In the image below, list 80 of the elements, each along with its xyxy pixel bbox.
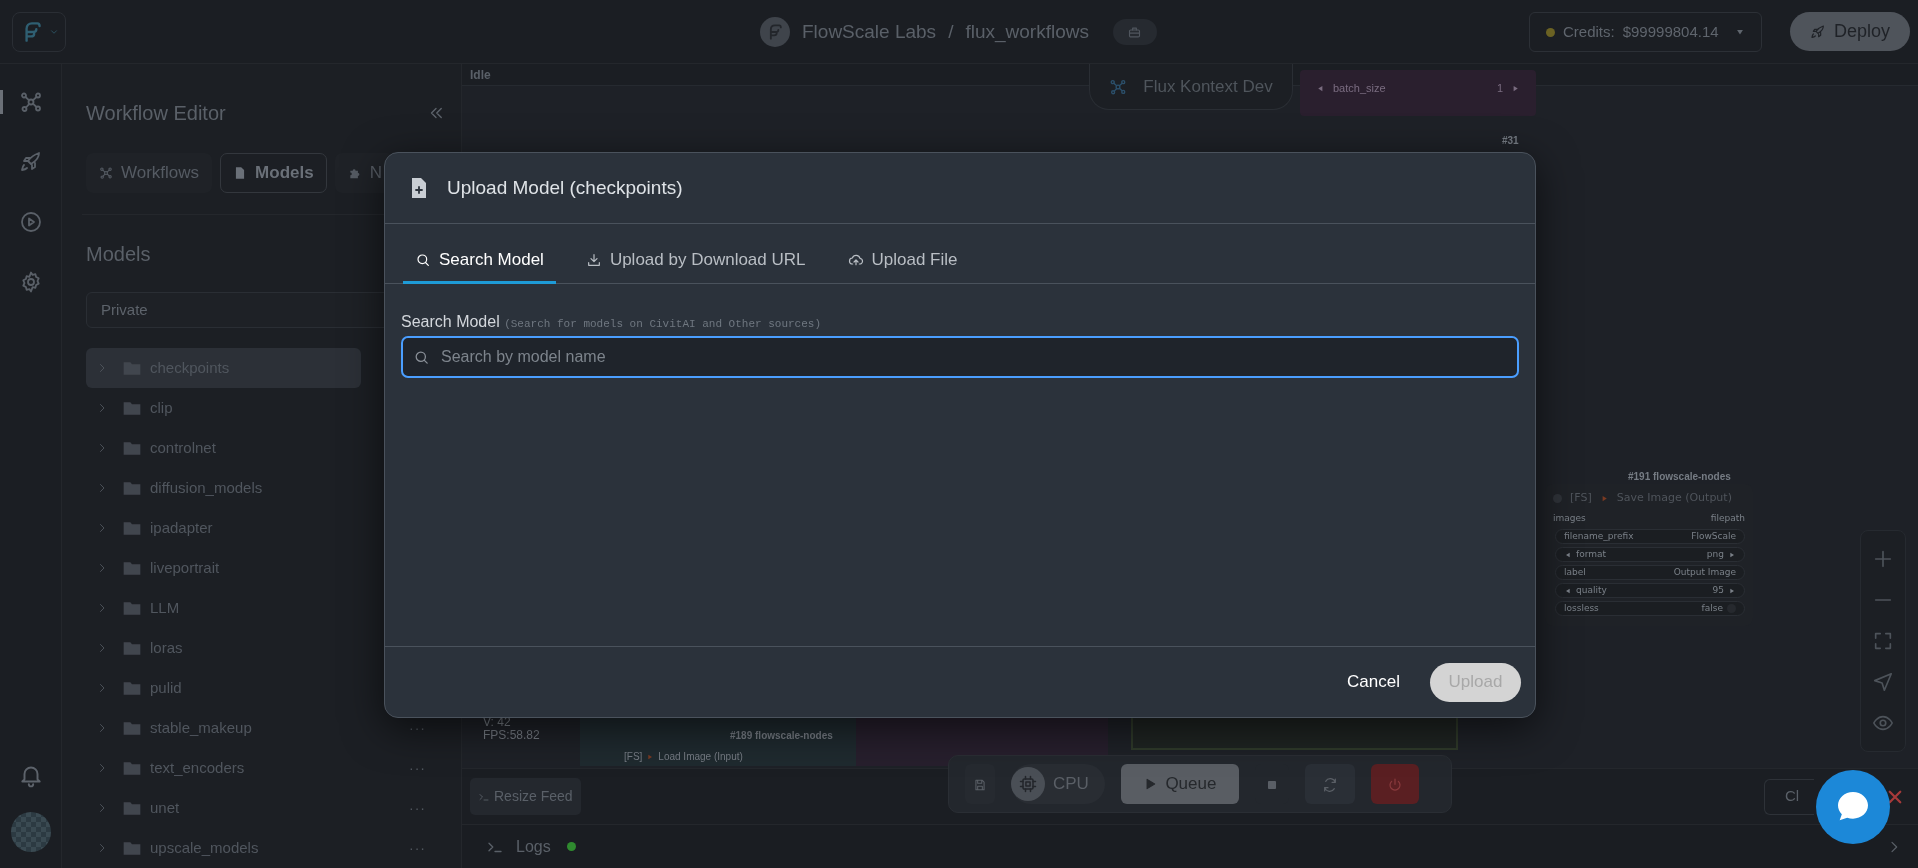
folder-row[interactable]: text_encoders xyxy=(86,748,361,788)
search-icon xyxy=(413,349,430,366)
caret-icon xyxy=(1735,27,1745,37)
dialog-tab[interactable]: Upload File xyxy=(835,224,970,284)
logo-button[interactable] xyxy=(12,12,66,52)
chevron-down-icon xyxy=(49,27,59,37)
workflow-chip[interactable]: Flux Kontext Dev xyxy=(1089,64,1293,110)
folder-row[interactable]: pulid xyxy=(86,668,361,708)
play-icon xyxy=(19,210,43,234)
refresh-icon xyxy=(1321,776,1338,793)
rocket-icon xyxy=(19,150,43,174)
resize-feed-button[interactable]: Resize Feed xyxy=(470,778,581,815)
path-separator: / xyxy=(948,19,954,44)
input-port-label: images xyxy=(1553,512,1586,526)
search-icon xyxy=(415,251,431,268)
project-name[interactable]: flux_workflows xyxy=(965,17,1089,47)
section-title: Models xyxy=(86,241,151,267)
refresh-button[interactable] xyxy=(1304,764,1355,804)
node-widget[interactable]: label Output Image xyxy=(1555,565,1745,580)
node-title: [FS] Load Image (Input) xyxy=(624,750,743,764)
folder-row[interactable]: upscale_models xyxy=(86,828,361,868)
rocket-icon xyxy=(1810,23,1826,40)
node-id-label: #191 flowscale-nodes xyxy=(1628,470,1731,484)
workflow-icon xyxy=(19,90,43,114)
folder-row[interactable]: unet xyxy=(86,788,361,828)
arrow-left-icon xyxy=(1564,550,1572,559)
more-menu[interactable]: ··· xyxy=(409,717,426,739)
more-menu[interactable]: ··· xyxy=(409,797,426,819)
node-widget[interactable]: format png xyxy=(1555,547,1745,562)
chip-icon xyxy=(1018,774,1038,794)
save-icon xyxy=(973,777,987,792)
power-icon xyxy=(1386,776,1403,793)
workflow-icon xyxy=(99,165,113,180)
more-menu[interactable]: ··· xyxy=(409,837,426,859)
search-field[interactable]: Search by model name xyxy=(401,336,1519,378)
folder-row[interactable]: LLM xyxy=(86,588,361,628)
panel-tab[interactable]: Models xyxy=(220,152,327,193)
settings-icon xyxy=(19,270,43,294)
user-avatar[interactable] xyxy=(10,812,51,852)
play-icon xyxy=(1143,777,1158,791)
logs-toggle[interactable]: Logs xyxy=(516,834,551,859)
node-id-label: #31 xyxy=(1502,134,1519,148)
project-badge[interactable] xyxy=(1112,19,1157,45)
output-port-label: filepath xyxy=(1710,512,1745,526)
arrow-right-icon xyxy=(1728,550,1736,559)
credits-value: $99999804.14 xyxy=(1622,21,1719,42)
fit-view-icon[interactable] xyxy=(1872,630,1894,652)
download-icon xyxy=(585,251,602,268)
node-widget[interactable]: quality 95 xyxy=(1555,583,1745,598)
workflow-icon xyxy=(1109,77,1128,96)
folder-row[interactable]: diffusion_models xyxy=(86,468,361,508)
folder-row[interactable]: loras xyxy=(86,628,361,668)
more-menu[interactable]: ··· xyxy=(409,757,426,779)
credits-dot xyxy=(1546,27,1555,37)
stats-text: FPS:58.82 xyxy=(483,729,540,742)
arrow-right-icon xyxy=(1511,83,1520,93)
arrow-left-icon xyxy=(1316,83,1325,93)
dialog-title: Upload Model (checkpoints) xyxy=(447,175,683,200)
dialog-tab[interactable]: Upload by Download URL xyxy=(573,224,818,284)
credits-label: Credits: xyxy=(1563,21,1615,42)
power-button[interactable] xyxy=(1370,764,1419,804)
folder-row[interactable]: liveportrait xyxy=(86,548,361,588)
arrow-right-icon xyxy=(1728,586,1736,595)
credits-dropdown[interactable]: Credits: $99999804.14 xyxy=(1529,12,1762,52)
dialog-tab[interactable]: Search Model xyxy=(403,224,556,284)
folder-row[interactable]: controlnet xyxy=(86,428,361,468)
node-id-label: #189 flowscale-nodes xyxy=(730,729,833,743)
org-name[interactable]: FlowScale Labs xyxy=(802,17,937,47)
arrow-left-icon xyxy=(1564,586,1572,595)
folder-row[interactable]: clip xyxy=(86,388,361,428)
node-widget[interactable]: lossless false xyxy=(1555,601,1745,616)
panel-title: Workflow Editor xyxy=(86,100,226,126)
navigation-icon[interactable] xyxy=(1872,670,1894,693)
folder-row[interactable]: ipadapter xyxy=(86,508,361,548)
cancel-button[interactable]: Cancel xyxy=(1341,668,1406,696)
close-icon[interactable] xyxy=(1886,788,1904,806)
close-button[interactable]: Cl xyxy=(1764,778,1814,815)
node-widget[interactable]: filename_prefix FlowScale xyxy=(1555,529,1745,544)
folder-row[interactable]: stable_makeup xyxy=(86,708,361,748)
briefcase-icon xyxy=(1127,24,1143,40)
